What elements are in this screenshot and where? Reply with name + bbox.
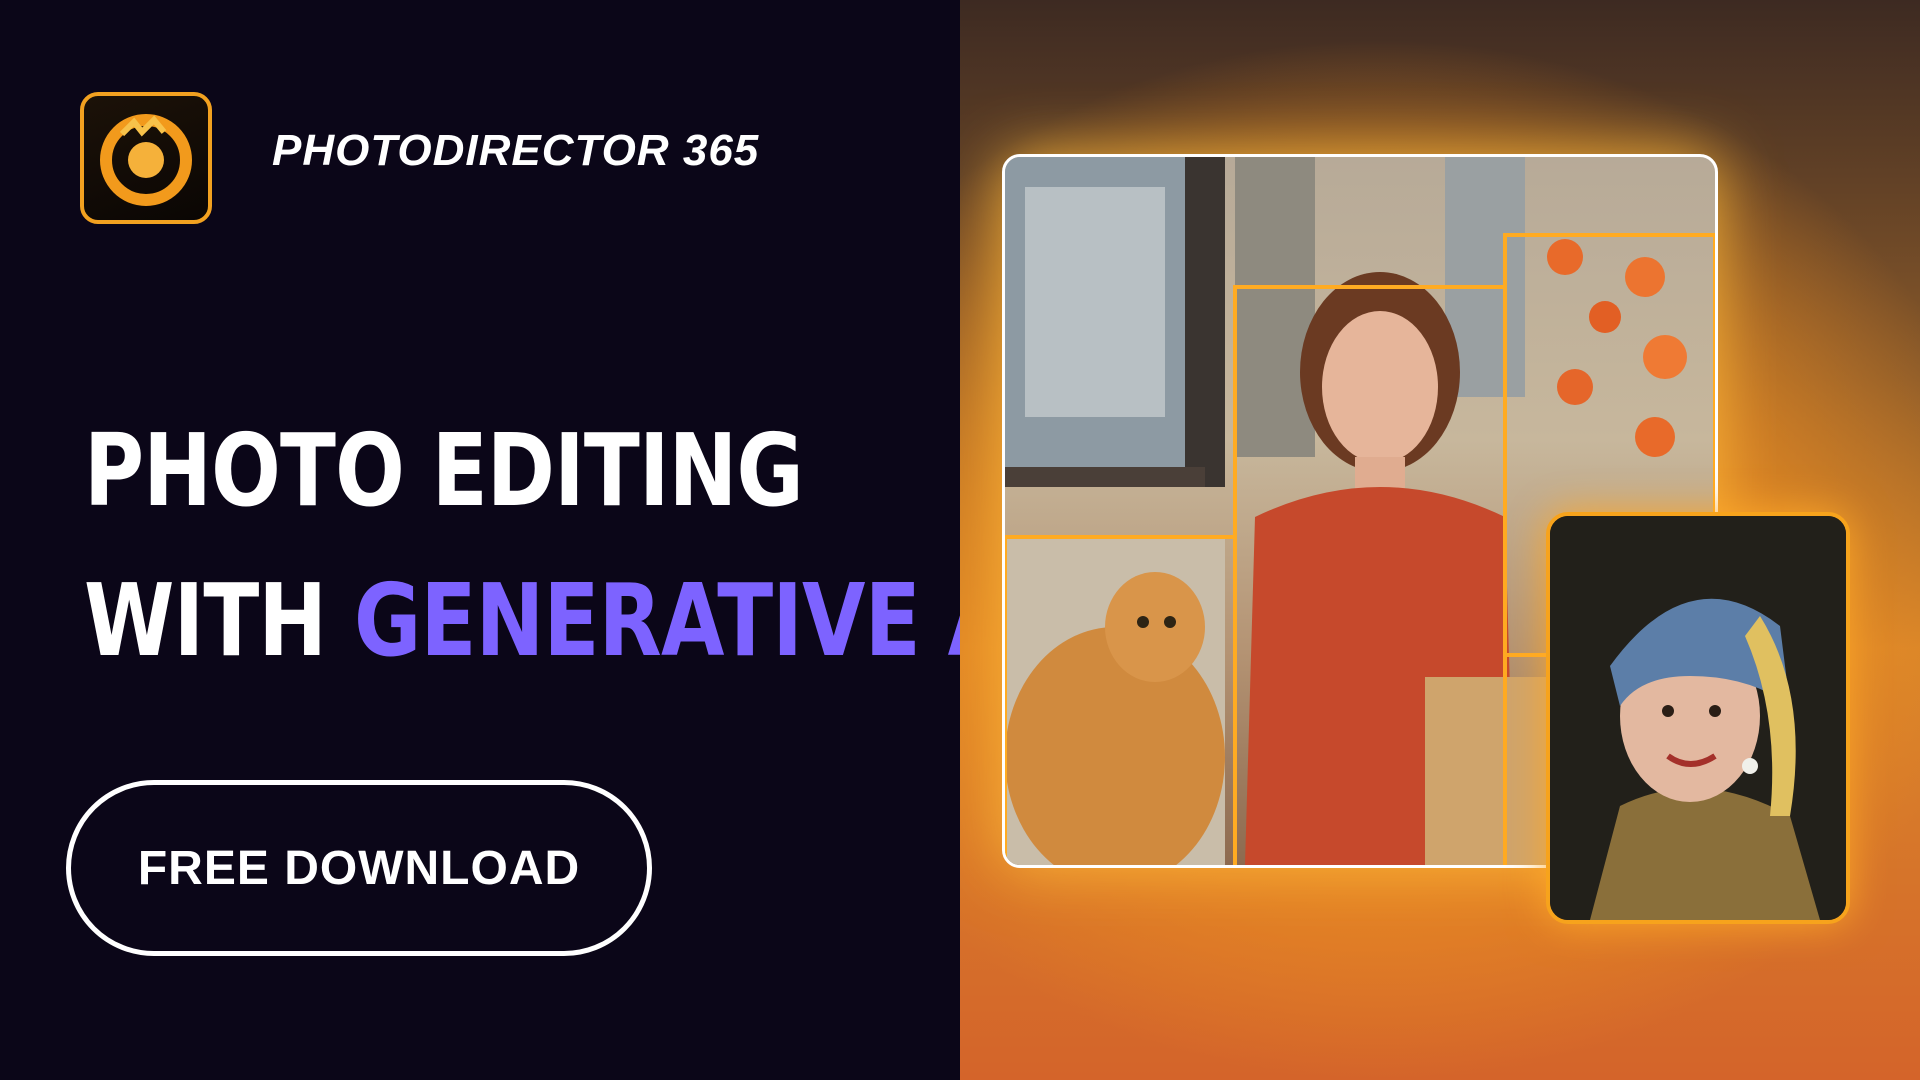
brand-name: PHOTODIRECTOR 365 — [272, 126, 760, 175]
hero-image-panel — [960, 0, 1920, 1080]
headline-line-1: PHOTO EDITING — [84, 412, 804, 529]
free-download-button[interactable]: FREE DOWNLOAD — [66, 780, 652, 956]
headline-line-2: WITH GENERATIVE AI — [84, 546, 1041, 696]
headline: PHOTO EDITING WITH GENERATIVE AI — [84, 396, 1041, 696]
left-panel: PHOTODIRECTOR 365 PHOTO EDITING WITH GEN… — [0, 0, 1041, 1080]
headline-accent: GENERATIVE AI — [353, 562, 1041, 679]
headline-line-2-prefix: WITH — [84, 562, 354, 679]
photodirector-logo-icon — [80, 92, 212, 224]
styled-portrait-card — [1546, 512, 1850, 924]
